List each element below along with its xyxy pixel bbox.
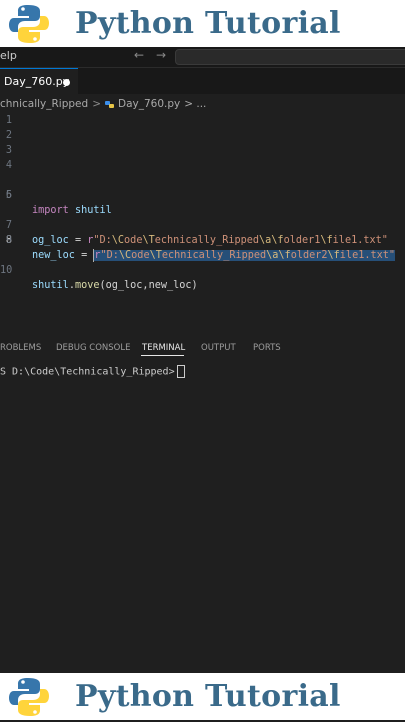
python-file-icon	[105, 100, 114, 109]
python-logo-icon	[8, 3, 50, 45]
editor-tab-bar: Day_760.py	[0, 68, 405, 95]
banner-title: Python Tutorial	[75, 679, 341, 714]
active-tab-underline	[141, 355, 184, 356]
tab-problems[interactable]: ROBLEMS	[0, 343, 41, 353]
code-line-6: 6	[0, 188, 405, 203]
tab-label: Day_760.py	[4, 75, 70, 88]
terminal-cursor	[176, 365, 185, 378]
code-editor[interactable]: 1 2 3 4 5 import shutil 6 7 og_loc = r"D…	[0, 113, 405, 333]
tab-day-760[interactable]: Day_760.py	[0, 68, 78, 95]
breadcrumb-folder[interactable]: chnically_Ripped	[0, 98, 88, 110]
tab-debug-console[interactable]: DEBUG CONSOLE	[56, 343, 130, 353]
python-logo-icon	[8, 676, 50, 718]
tab-ports[interactable]: PORTS	[253, 343, 281, 353]
tab-output[interactable]: OUTPUT	[201, 343, 236, 353]
title-bar: elp ← →	[0, 47, 405, 68]
line-number: 2	[5, 130, 12, 141]
command-center-search[interactable]	[175, 49, 405, 65]
terminal-prompt: S D:\Code\Technically_Ripped>	[0, 366, 175, 378]
top-banner: Python Tutorial	[0, 0, 405, 47]
line-number: 3	[5, 145, 12, 156]
bottom-banner: Python Tutorial	[0, 673, 405, 720]
code-line-2: 2	[0, 128, 405, 143]
code-line-4: 4	[0, 158, 405, 173]
line-number: 1	[5, 115, 12, 126]
banner-title: Python Tutorial	[75, 6, 341, 41]
code-line-3: 3	[0, 143, 405, 158]
menu-help[interactable]: elp	[0, 49, 17, 62]
back-arrow-icon[interactable]: ←	[134, 48, 144, 62]
breadcrumb: chnically_Ripped > Day_760.py > ...	[0, 95, 206, 113]
panel-tab-bar: ROBLEMS DEBUG CONSOLE TERMINAL OUTPUT PO…	[0, 340, 405, 358]
unsaved-dot-icon[interactable]	[63, 79, 70, 86]
terminal[interactable]: S D:\Code\Technically_Ripped>	[0, 365, 185, 378]
module-name: shutil	[32, 280, 69, 291]
forward-arrow-icon[interactable]: →	[156, 48, 166, 62]
line-number: 10	[0, 265, 13, 276]
breadcrumb-file[interactable]: Day_760.py	[118, 98, 180, 110]
line-number: 6	[5, 190, 12, 201]
code-line-8: 8 new_loc = r"D:\Code\Technically_Ripped…	[0, 218, 405, 262]
code-line-5: 5 import shutil	[0, 173, 405, 216]
code-line-1: 1	[0, 113, 405, 128]
breadcrumb-separator: >	[92, 98, 101, 110]
line-number: 9	[5, 235, 12, 246]
line-number: 4	[5, 160, 12, 171]
breadcrumb-trail[interactable]: > ...	[184, 98, 206, 110]
code-line-7: 7 og_loc = r"D:\Code\Technically_Ripped\…	[0, 203, 405, 246]
tab-terminal[interactable]: TERMINAL	[142, 343, 185, 353]
code-line-9: 9	[0, 233, 405, 248]
code-line-10: 10 shutil.move(og_loc,new_loc)	[0, 248, 405, 291]
function-move: move	[74, 280, 100, 291]
call-args: (og_loc,new_loc)	[99, 280, 198, 291]
